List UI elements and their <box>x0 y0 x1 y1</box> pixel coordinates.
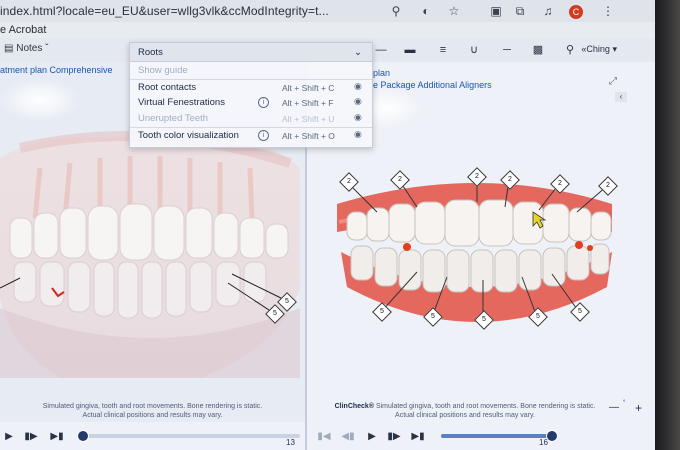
clincheck-brand: ClinCheck® <box>334 403 374 410</box>
tooth-badge-value: 2 <box>558 180 562 187</box>
caption-line-1: Simulated gingiva, tooth and root moveme… <box>42 403 263 410</box>
collapse-panel-icon[interactable]: ‹ <box>615 92 627 102</box>
play-icon[interactable]: ▶ <box>2 431 16 443</box>
bar-icon[interactable]: ▬ <box>400 43 420 57</box>
screen: index.html?locale=eu_EU&user=wllg3vlk&cc… <box>0 0 655 450</box>
eye-icon[interactable]: ◉ <box>354 129 362 140</box>
pause-step-icon[interactable]: ▮▶ <box>24 431 38 443</box>
tooth-badge-value: 5 <box>536 313 540 320</box>
menu-item-unerupted-teeth[interactable]: Unerupted Teeth Alt + Shift + U ◉ <box>130 111 372 127</box>
skip-end-icon[interactable]: ▶▮ <box>411 431 425 443</box>
right-frame-counter: 16 <box>539 438 548 447</box>
eye-off-icon[interactable]: ◐ <box>418 3 434 19</box>
expand-icon[interactable]: ⤢ <box>609 76 617 87</box>
menu-icon[interactable]: ⋮ <box>600 3 616 19</box>
tooth-badge-value: 2 <box>347 178 351 185</box>
step-back-icon[interactable]: ◀▮ <box>341 431 355 443</box>
menu-item-label: Show guide <box>138 65 188 76</box>
browser-url-bar[interactable]: index.html?locale=eu_EU&user=wllg3vlk&cc… <box>0 0 655 22</box>
tooth-badge-value: 5 <box>380 308 384 315</box>
caption-line-1: Simulated gingiva, tooth and root moveme… <box>375 403 596 410</box>
dropdown-selected: Roots <box>138 47 163 58</box>
zoom-out-button[interactable]: — <box>609 402 619 413</box>
left-progress-knob[interactable] <box>77 430 90 442</box>
root-badge-value: 5 <box>273 310 277 317</box>
device-bezel <box>655 0 680 450</box>
skip-end-icon[interactable]: ▶▮ <box>50 431 64 443</box>
puzzle-icon[interactable]: ⧉ <box>512 3 528 19</box>
user-select[interactable]: «Ching ▾ <box>581 44 617 55</box>
menu-item-label: Root contacts <box>138 82 197 93</box>
pause-step-icon[interactable]: ▮▶ <box>387 431 401 443</box>
left-progress-track[interactable] <box>77 430 300 442</box>
root-badge-value: 5 <box>285 298 289 305</box>
eye-icon[interactable]: ◉ <box>354 81 362 92</box>
left-caption: Simulated gingiva, tooth and root moveme… <box>0 402 305 420</box>
line-icon[interactable]: ─ <box>497 43 517 57</box>
caption-line-2: Actual clinical positions and results ma… <box>82 412 223 419</box>
grid-icon[interactable]: ▩ <box>528 43 548 57</box>
extension-icon[interactable]: ▣ <box>488 3 504 19</box>
star-icon[interactable]: ☆ <box>446 3 462 19</box>
left-pane-title: atment plan Comprehensive <box>0 65 113 75</box>
skip-start-icon[interactable]: ▮◀ <box>317 431 331 443</box>
right-pane-title: plan <box>373 68 391 78</box>
dot-icon: ° <box>623 400 626 406</box>
info-icon[interactable]: i <box>258 97 269 108</box>
eye-icon[interactable]: ◉ <box>354 112 362 123</box>
tooth-badge-value: 2 <box>475 173 479 180</box>
profile-icon[interactable]: C <box>569 5 583 19</box>
zoom-icon[interactable]: ⚲ <box>388 3 404 19</box>
play-icon[interactable]: ▶ <box>365 431 379 443</box>
menu-item-label: Unerupted Teeth <box>138 113 209 124</box>
tooth-badge-value: 5 <box>482 316 486 323</box>
chevron-down-icon: ˇ <box>45 43 49 54</box>
right-player-controls: ▮◀ ◀▮ ▶ ▮▶ ▶▮ 16 <box>307 425 655 450</box>
eye-icon[interactable]: ◉ <box>354 96 362 107</box>
menu-item-shortcut: Alt + Shift + O <box>282 131 335 141</box>
tooth-badge-value: 5 <box>578 308 582 315</box>
menu-item-shortcut: Alt + Shift + C <box>282 83 335 93</box>
zoom-in-button[interactable]: + <box>635 401 642 415</box>
menu-item-show-guide[interactable]: Show guide <box>130 63 372 79</box>
tooth-badge-value: 2 <box>398 176 402 183</box>
chevron-down-icon: ⌄ <box>354 47 362 58</box>
menu-item-shortcut: Alt + Shift + F <box>282 98 334 108</box>
bookmarks-bar: e Acrobat <box>0 22 655 38</box>
right-3d-model[interactable] <box>307 162 655 412</box>
info-icon[interactable]: i <box>258 130 269 141</box>
arc-icon[interactable]: ∪ <box>464 43 484 57</box>
menu-item-shortcut: Alt + Shift + U <box>282 114 335 124</box>
menu-item-root-contacts[interactable]: Root contacts Alt + Shift + C ◉ <box>130 79 372 96</box>
menu-item-label: Tooth color visualization <box>138 130 239 141</box>
dropdown-header[interactable]: Roots ⌄ <box>130 43 372 62</box>
menu-item-virtual-fenestrations[interactable]: Virtual Fenestrations i Alt + Shift + F … <box>130 95 372 111</box>
menu-lines-icon[interactable]: ≡ <box>433 43 453 57</box>
menu-item-label: Virtual Fenestrations <box>138 97 225 108</box>
user-select-label: «Ching <box>581 44 610 54</box>
notes-icon: ▤ <box>4 43 14 54</box>
left-frame-counter: 13 <box>286 438 295 447</box>
screen-glare <box>0 78 80 122</box>
media-icon[interactable]: ♫ <box>540 3 556 19</box>
roots-dropdown[interactable]: Roots ⌄ Show guide Root contacts Alt + S… <box>129 42 373 148</box>
tooth-badge-value: 5 <box>431 313 435 320</box>
notes-label: Notes <box>16 43 43 54</box>
url-text[interactable]: index.html?locale=eu_EU&user=wllg3vlk&cc… <box>0 4 329 18</box>
right-progress-fill <box>441 434 551 438</box>
tooth-badge-value: 2 <box>508 176 512 183</box>
caption-line-2: Actual clinical positions and results ma… <box>395 412 535 419</box>
menu-item-tooth-color-visualization[interactable]: Tooth color visualization i Alt + Shift … <box>130 127 372 144</box>
right-progress-track[interactable] <box>441 430 558 442</box>
tooth-badge-value: 2 <box>606 182 610 189</box>
notes-button[interactable]: ▤ Notes ˇ <box>4 43 48 54</box>
pin-icon[interactable]: ⚲ <box>560 43 580 57</box>
minus-icon[interactable]: — <box>371 43 391 57</box>
left-player-controls: ▶ ▮▶ ▶▮ 13 <box>0 425 305 450</box>
bookmark-acrobat[interactable]: e Acrobat <box>0 24 46 36</box>
right-caption: ClinCheck® Simulated gingiva, tooth and … <box>315 402 615 420</box>
chevron-down-icon: ▾ <box>612 44 617 54</box>
